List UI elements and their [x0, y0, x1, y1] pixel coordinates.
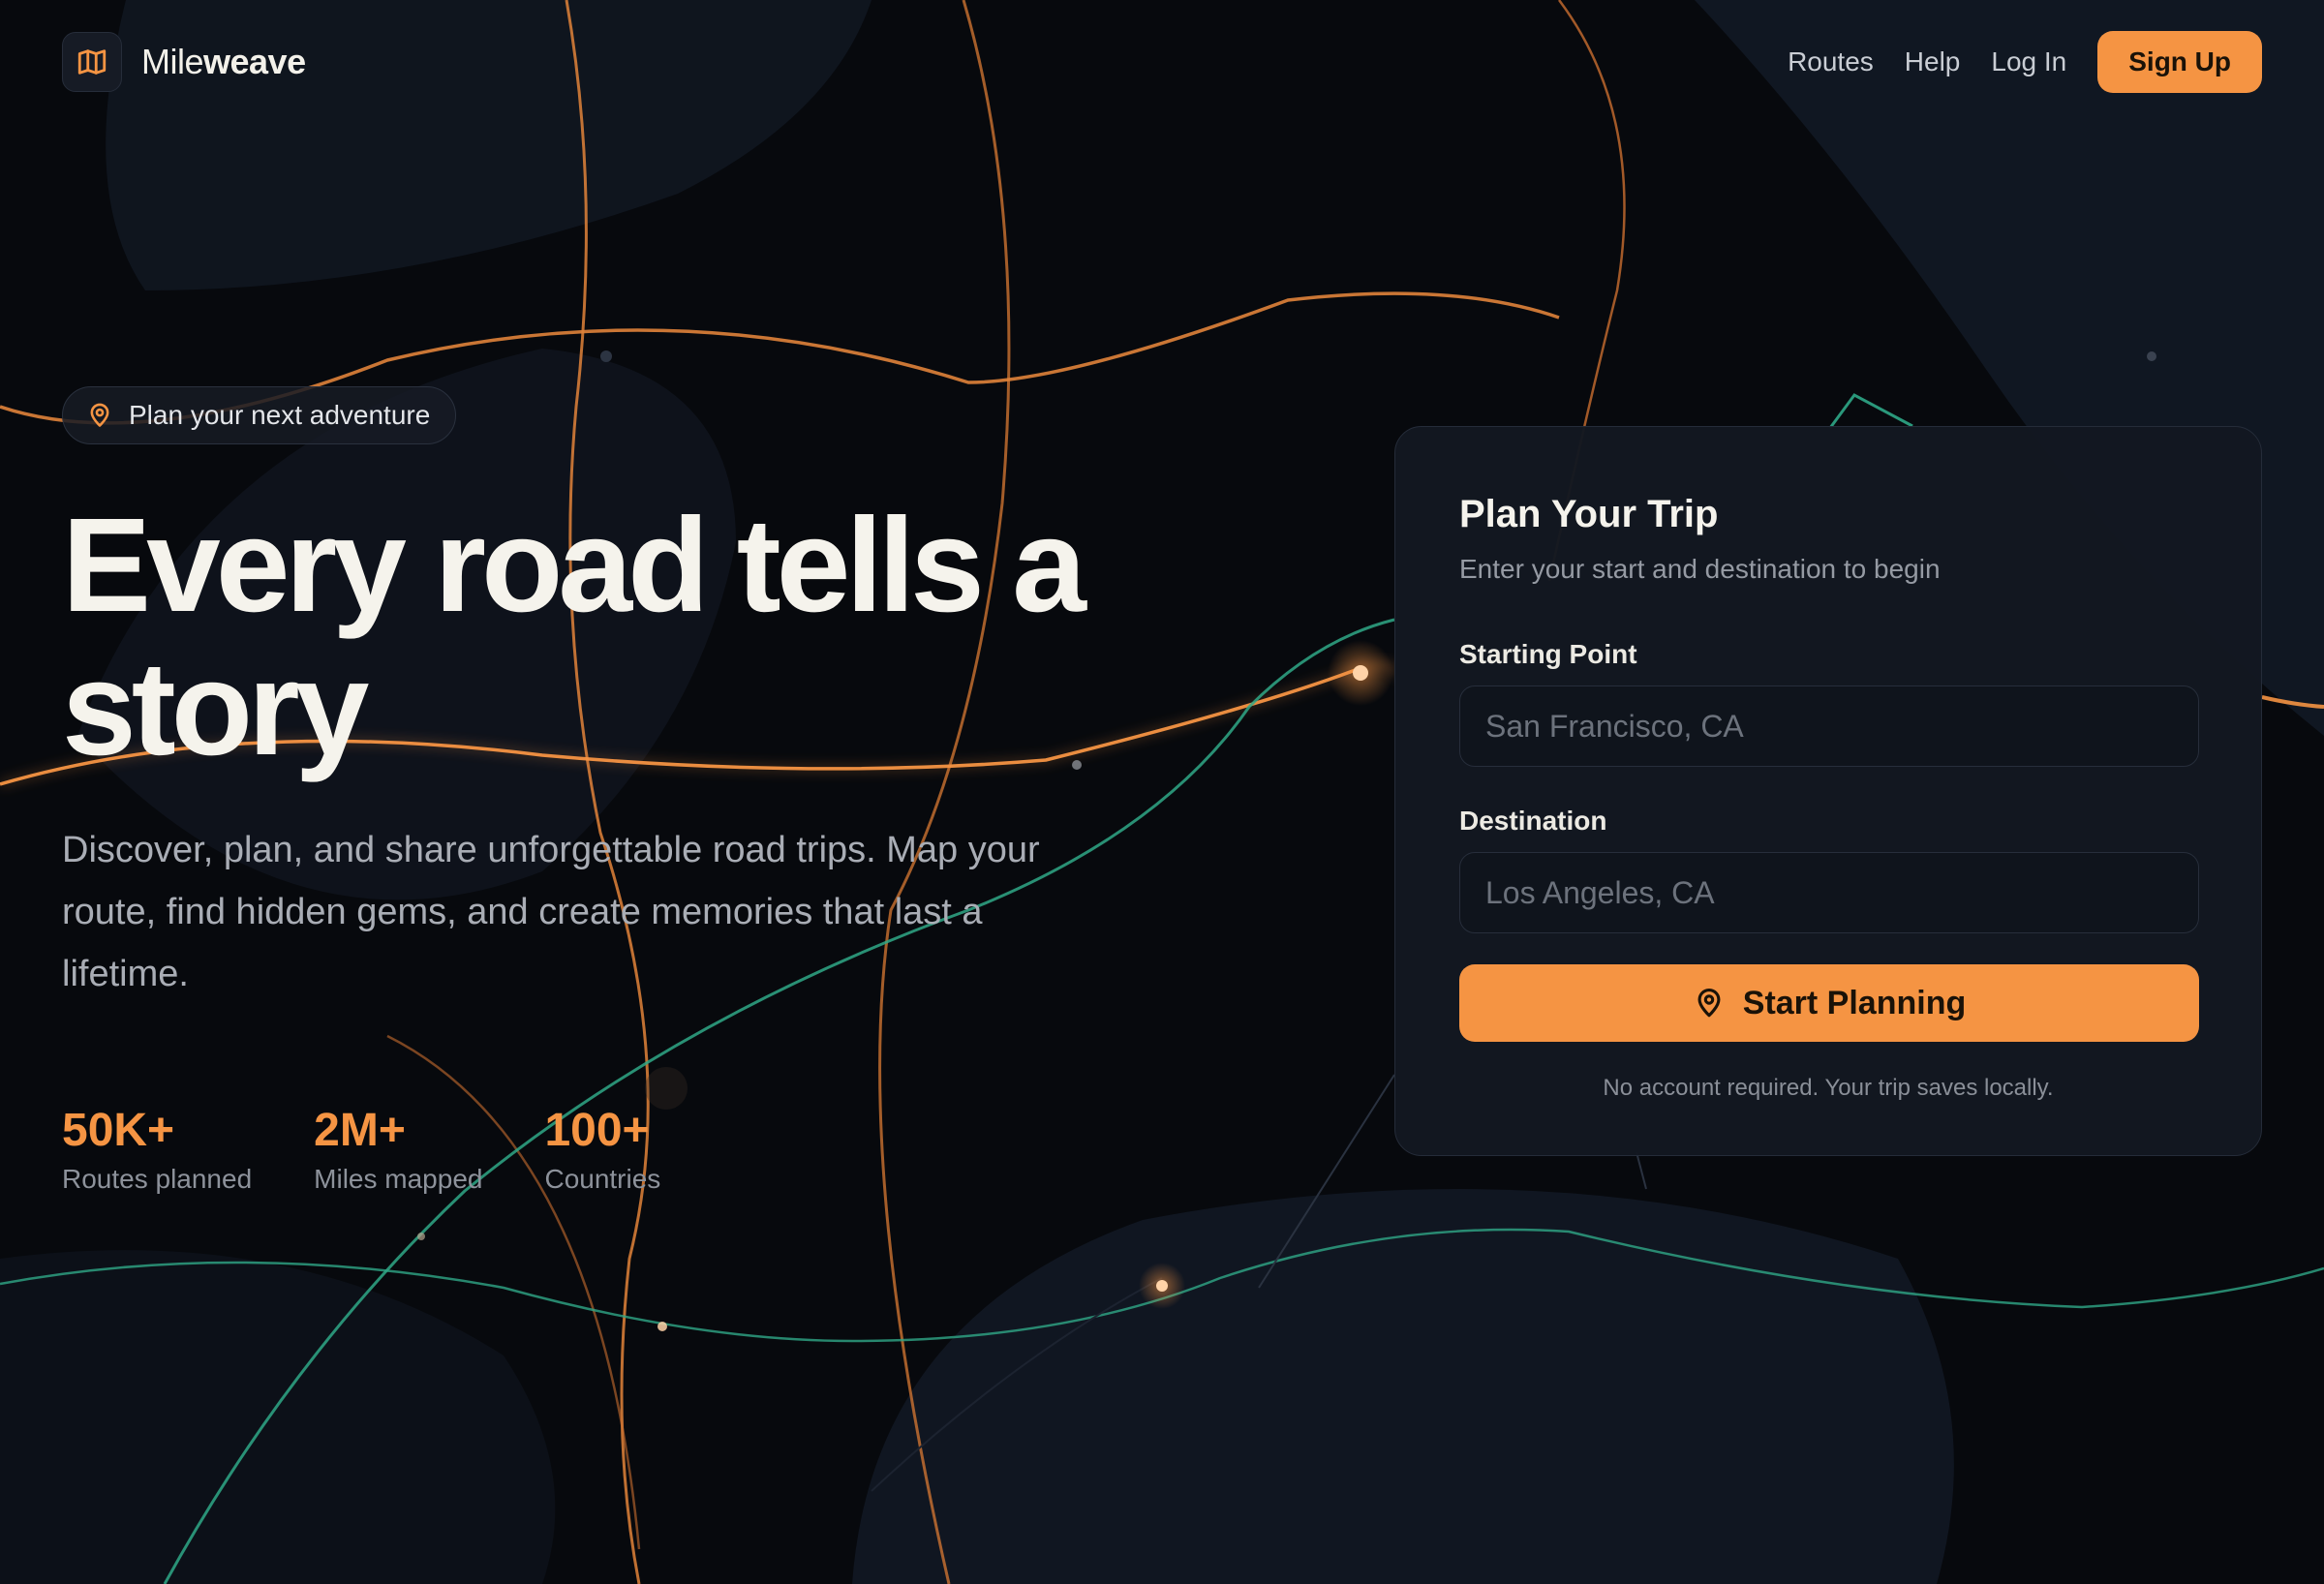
waypoint-marker	[1353, 665, 1368, 681]
nav-link-help[interactable]: Help	[1905, 46, 1961, 77]
map-pin-icon	[90, 403, 109, 427]
grid-line	[1636, 1151, 1647, 1190]
stats-row: 50K+ Routes planned 2M+ Miles mapped 100…	[62, 1102, 722, 1195]
plan-trip-card: Plan Your Trip Enter your start and dest…	[1394, 426, 2262, 1156]
sign-up-button[interactable]: Sign Up	[2097, 31, 2262, 93]
start-planning-label: Start Planning	[1742, 984, 1967, 1021]
hero-title: Every road tells a story	[62, 491, 1086, 783]
waypoint-marker	[417, 1233, 425, 1240]
brand-logo[interactable]: Mileweave	[62, 32, 306, 92]
terrain-shape	[852, 1189, 1954, 1584]
card-note: No account required. Your trip saves loc…	[1603, 1075, 2054, 1101]
waypoint-marker	[1156, 1280, 1168, 1292]
destination-input[interactable]	[1459, 852, 2199, 933]
waypoint-marker	[2147, 351, 2156, 361]
brand-name: Mileweave	[141, 42, 306, 82]
badge-text: Plan your next adventure	[129, 400, 431, 430]
brand-name-prefix: Mile	[141, 42, 204, 81]
top-navigation: Mileweave Routes Help Log In Sign Up	[62, 31, 2262, 93]
landing-page: Mileweave Routes Help Log In Sign Up Pla…	[0, 0, 2324, 1584]
map-icon	[77, 49, 107, 75]
map-pin-icon	[1697, 988, 1721, 1018]
starting-point-label: Starting Point	[1459, 639, 1637, 669]
green-route-line	[1828, 393, 1913, 429]
waypoint-marker	[600, 350, 612, 362]
nav-links: Routes Help Log In Sign Up	[1757, 31, 2262, 93]
stat-countries: 100+ Countries	[544, 1102, 660, 1195]
starting-point-input[interactable]	[1459, 685, 2199, 767]
stat-value: 2M+	[314, 1105, 406, 1156]
card-title: Plan Your Trip	[1459, 493, 1719, 535]
hero-description: Discover, plan, and share unforgettable …	[62, 830, 1040, 994]
stat-value: 50K+	[62, 1105, 175, 1156]
stat-miles-mapped: 2M+ Miles mapped	[314, 1102, 482, 1195]
nav-link-routes[interactable]: Routes	[1788, 46, 1874, 77]
nav-link-log-in[interactable]: Log In	[1991, 46, 2066, 77]
start-planning-button[interactable]: Start Planning	[1459, 964, 2199, 1042]
stat-label: Routes planned	[62, 1164, 253, 1194]
waypoint-marker	[657, 1322, 667, 1331]
tagline-badge: Plan your next adventure	[62, 386, 457, 444]
destination-label: Destination	[1459, 806, 1607, 836]
card-subtitle: Enter your start and destination to begi…	[1459, 554, 1941, 584]
logo-tile	[62, 32, 122, 92]
stat-label: Countries	[544, 1164, 661, 1194]
stat-value: 100+	[544, 1105, 650, 1156]
stat-routes-planned: 50K+ Routes planned	[62, 1102, 252, 1195]
brand-name-suffix: weave	[203, 42, 306, 81]
terrain-shape	[0, 1250, 556, 1584]
stat-label: Miles mapped	[314, 1164, 483, 1194]
